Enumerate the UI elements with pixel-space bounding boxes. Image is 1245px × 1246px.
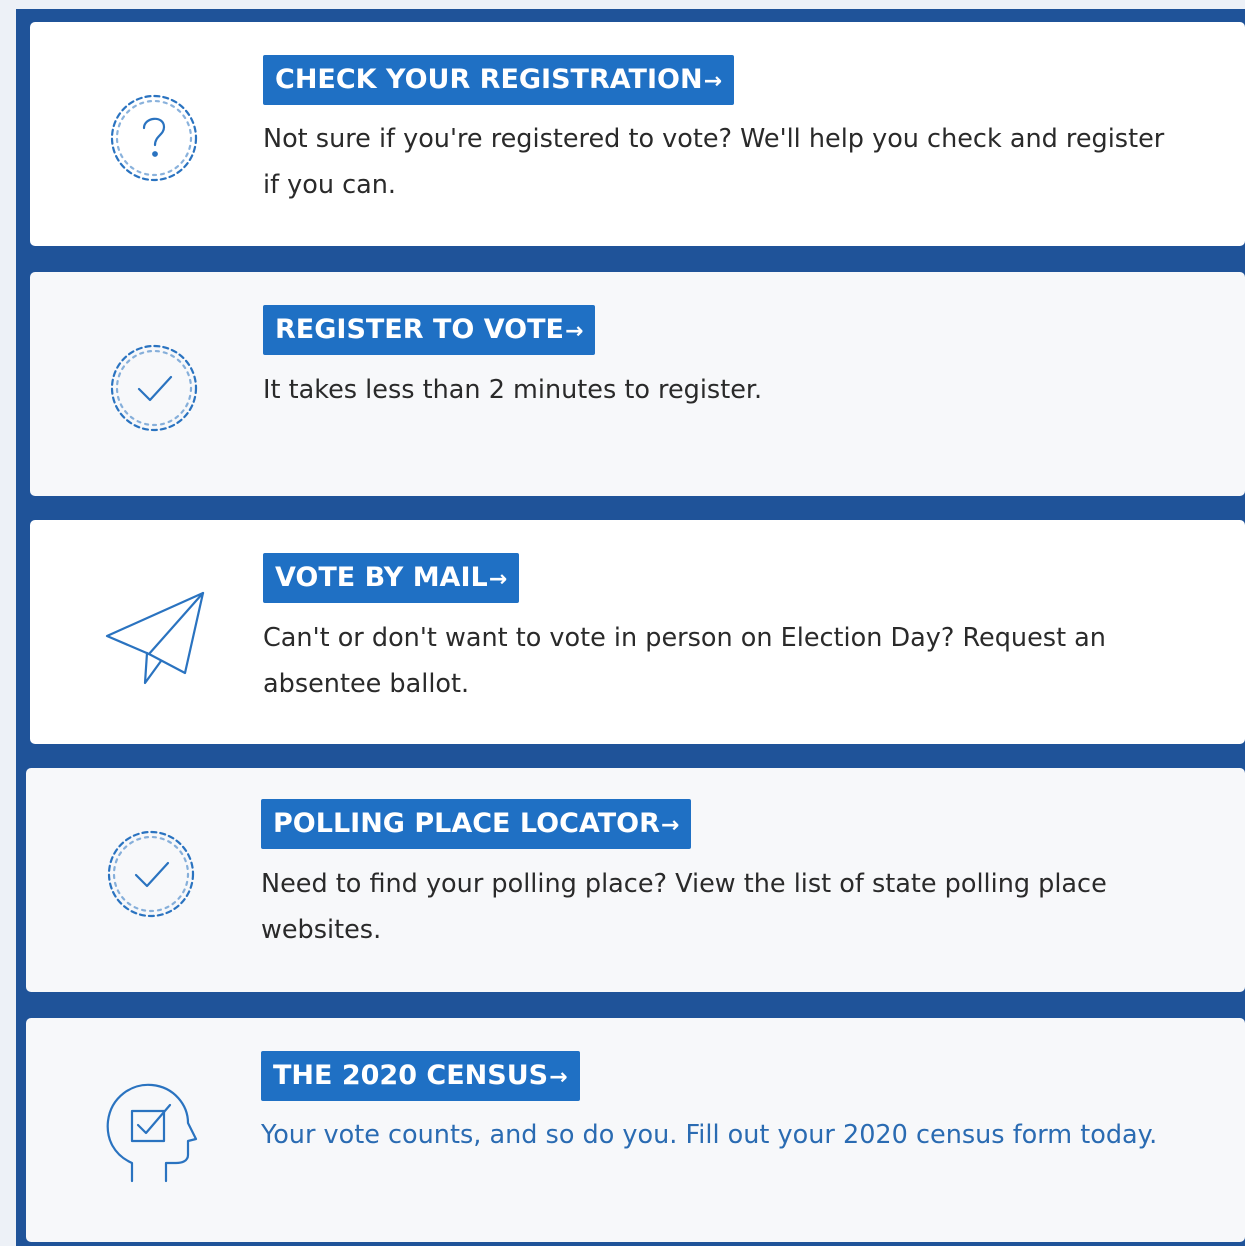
arrow-right-icon: → <box>660 813 680 838</box>
card-2020-census: THE 2020 CENSUS→ Your vote counts, and s… <box>26 1018 1245 1242</box>
card-check-registration: CHECK YOUR REGISTRATION→ Not sure if you… <box>30 22 1245 246</box>
check-registration-link[interactable]: CHECK YOUR REGISTRATION→ <box>263 55 734 105</box>
head-checkbox-icon <box>94 1075 204 1185</box>
census-description: Your vote counts, and so do you. Fill ou… <box>261 1120 1158 1150</box>
card-polling-place-locator: POLLING PLACE LOCATOR→ Need to find your… <box>26 768 1245 992</box>
arrow-right-icon: → <box>564 319 584 344</box>
paper-plane-icon <box>99 579 209 689</box>
register-to-vote-link[interactable]: REGISTER TO VOTE→ <box>263 305 596 355</box>
polling-place-locator-label: POLLING PLACE LOCATOR <box>273 808 660 839</box>
polling-place-locator-description: Need to find your polling place? View th… <box>261 869 1107 945</box>
census-link[interactable]: THE 2020 CENSUS→ <box>261 1051 580 1101</box>
register-to-vote-description: It takes less than 2 minutes to register… <box>263 375 763 405</box>
card-register-to-vote: REGISTER TO VOTE→ It takes less than 2 m… <box>30 272 1245 496</box>
polling-place-locator-link[interactable]: POLLING PLACE LOCATOR→ <box>261 799 692 849</box>
check-registration-description: Not sure if you're registered to vote? W… <box>263 124 1165 200</box>
arrow-right-icon: → <box>703 69 722 94</box>
vote-by-mail-link[interactable]: VOTE BY MAIL→ <box>263 553 520 603</box>
check-registration-label: CHECK YOUR REGISTRATION <box>275 64 703 95</box>
voting-resources-panel: CHECK YOUR REGISTRATION→ Not sure if you… <box>16 9 1245 1246</box>
question-badge-icon <box>99 83 209 193</box>
register-to-vote-label: REGISTER TO VOTE <box>275 314 564 345</box>
vote-by-mail-description: Can't or don't want to vote in person on… <box>263 623 1106 699</box>
arrow-right-icon: → <box>488 567 508 592</box>
census-label: THE 2020 CENSUS <box>273 1060 549 1091</box>
check-badge-icon <box>99 333 209 443</box>
arrow-right-icon: → <box>549 1065 568 1090</box>
card-vote-by-mail: VOTE BY MAIL→ Can't or don't want to vot… <box>30 520 1245 744</box>
check-badge-icon <box>96 819 206 929</box>
vote-by-mail-label: VOTE BY MAIL <box>275 562 488 593</box>
